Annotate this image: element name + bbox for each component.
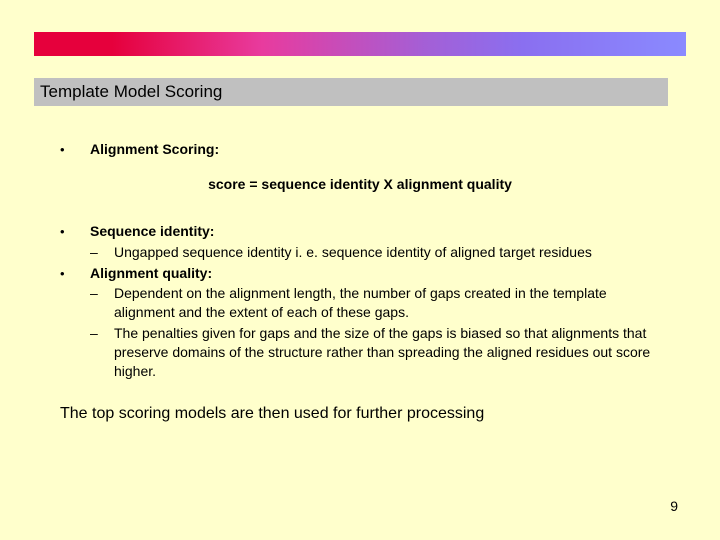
sub-bullet: – Ungapped sequence identity i. e. seque… [90,243,660,262]
closing-statement: The top scoring models are then used for… [60,403,660,425]
slide-title-bar: Template Model Scoring [34,78,668,106]
sub-bullet-text: Dependent on the alignment length, the n… [114,284,660,322]
bullet-label: Sequence identity: [90,222,660,241]
slide-title: Template Model Scoring [40,82,222,101]
bullet-label: Alignment quality: [90,264,660,283]
bullet-alignment-quality: • Alignment quality: [60,264,660,283]
score-formula: score = sequence identity X alignment qu… [60,175,660,194]
sub-bullet-text: Ungapped sequence identity i. e. sequenc… [114,243,660,262]
sub-bullet: – The penalties given for gaps and the s… [90,324,660,381]
bullet-dot-icon: • [60,140,90,159]
page-number: 9 [670,498,678,514]
bullet-sequence-identity: • Sequence identity: [60,222,660,241]
bullet-dot-icon: • [60,222,90,241]
dash-icon: – [90,324,114,381]
sub-bullet: – Dependent on the alignment length, the… [90,284,660,322]
header-gradient-bar [34,32,686,56]
dash-icon: – [90,284,114,322]
bullet-dot-icon: • [60,264,90,283]
sub-bullet-text: The penalties given for gaps and the siz… [114,324,660,381]
bullet-alignment-scoring: • Alignment Scoring: [60,140,660,159]
bullet-label: Alignment Scoring: [90,140,660,159]
slide-body: • Alignment Scoring: score = sequence id… [60,140,660,425]
dash-icon: – [90,243,114,262]
